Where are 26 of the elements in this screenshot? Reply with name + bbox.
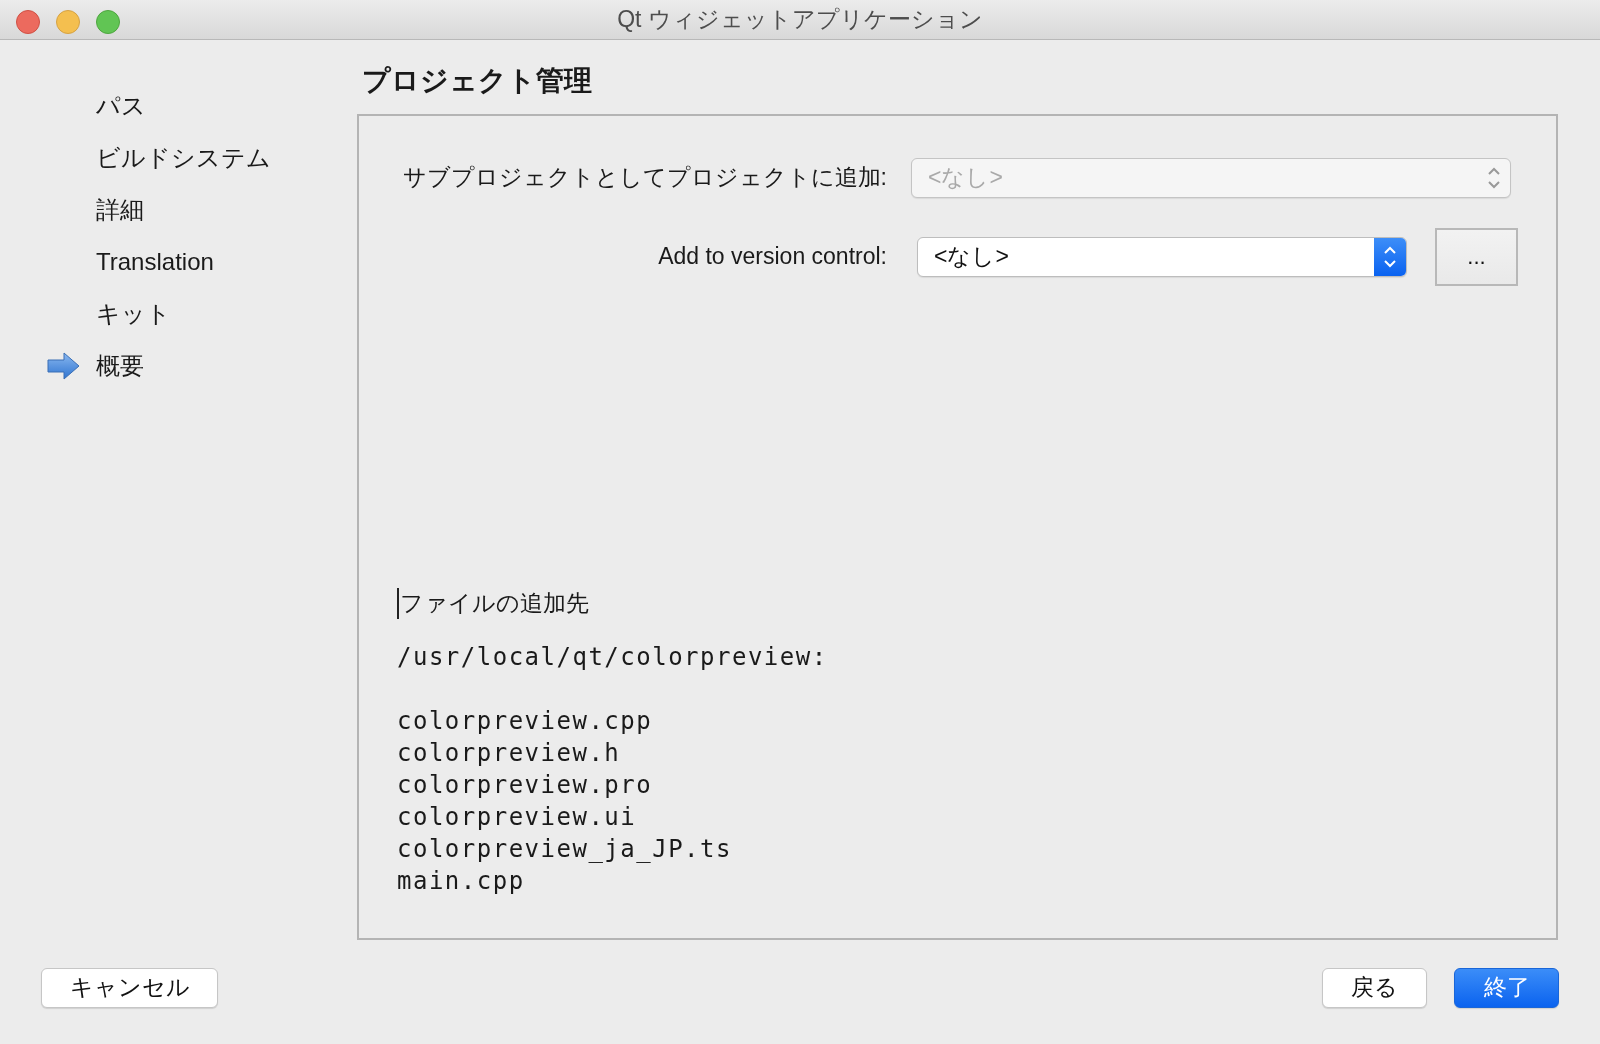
file-name: colorpreview_ja_JP.ts [397,833,733,865]
file-name: colorpreview.h [397,737,622,769]
back-button[interactable]: 戻る [1322,967,1427,1008]
field-label: サブプロジェクトとしてプロジェクトに追加: [401,163,888,193]
sidebar-item[interactable]: キット [96,297,171,330]
finish-button[interactable]: 終了 [1454,967,1559,1008]
sidebar-item[interactable]: パス [96,89,146,122]
field-label: Add to version control: [657,243,888,271]
cancel-button[interactable]: キャンセル [41,967,218,1008]
page-heading: プロジェクト管理 [362,63,593,98]
sidebar-item[interactable]: 詳細 [96,193,144,226]
path-text: /usr/local/qt/colorpreview: [397,641,829,673]
summary-heading: ファイルの追加先 [397,587,589,619]
file-name: main.cpp [397,865,526,897]
close-icon[interactable] [16,10,40,34]
file-name: colorpreview.pro [397,769,654,801]
sidebar-item[interactable]: ビルドシステム [96,141,271,174]
sidebar-item[interactable]: 概要 [96,349,144,382]
sidebar-item[interactable]: Translation [96,247,214,276]
file-name: colorpreview.ui [397,801,638,833]
window-title: Qt ウィジェットアプリケーション [617,4,983,34]
dropdown[interactable]: <なし> [917,236,1407,277]
file-name: colorpreview.cpp [397,705,654,737]
browse-button[interactable]: ... [1435,227,1518,286]
minimize-icon[interactable] [56,10,80,34]
zoom-icon[interactable] [96,10,120,34]
